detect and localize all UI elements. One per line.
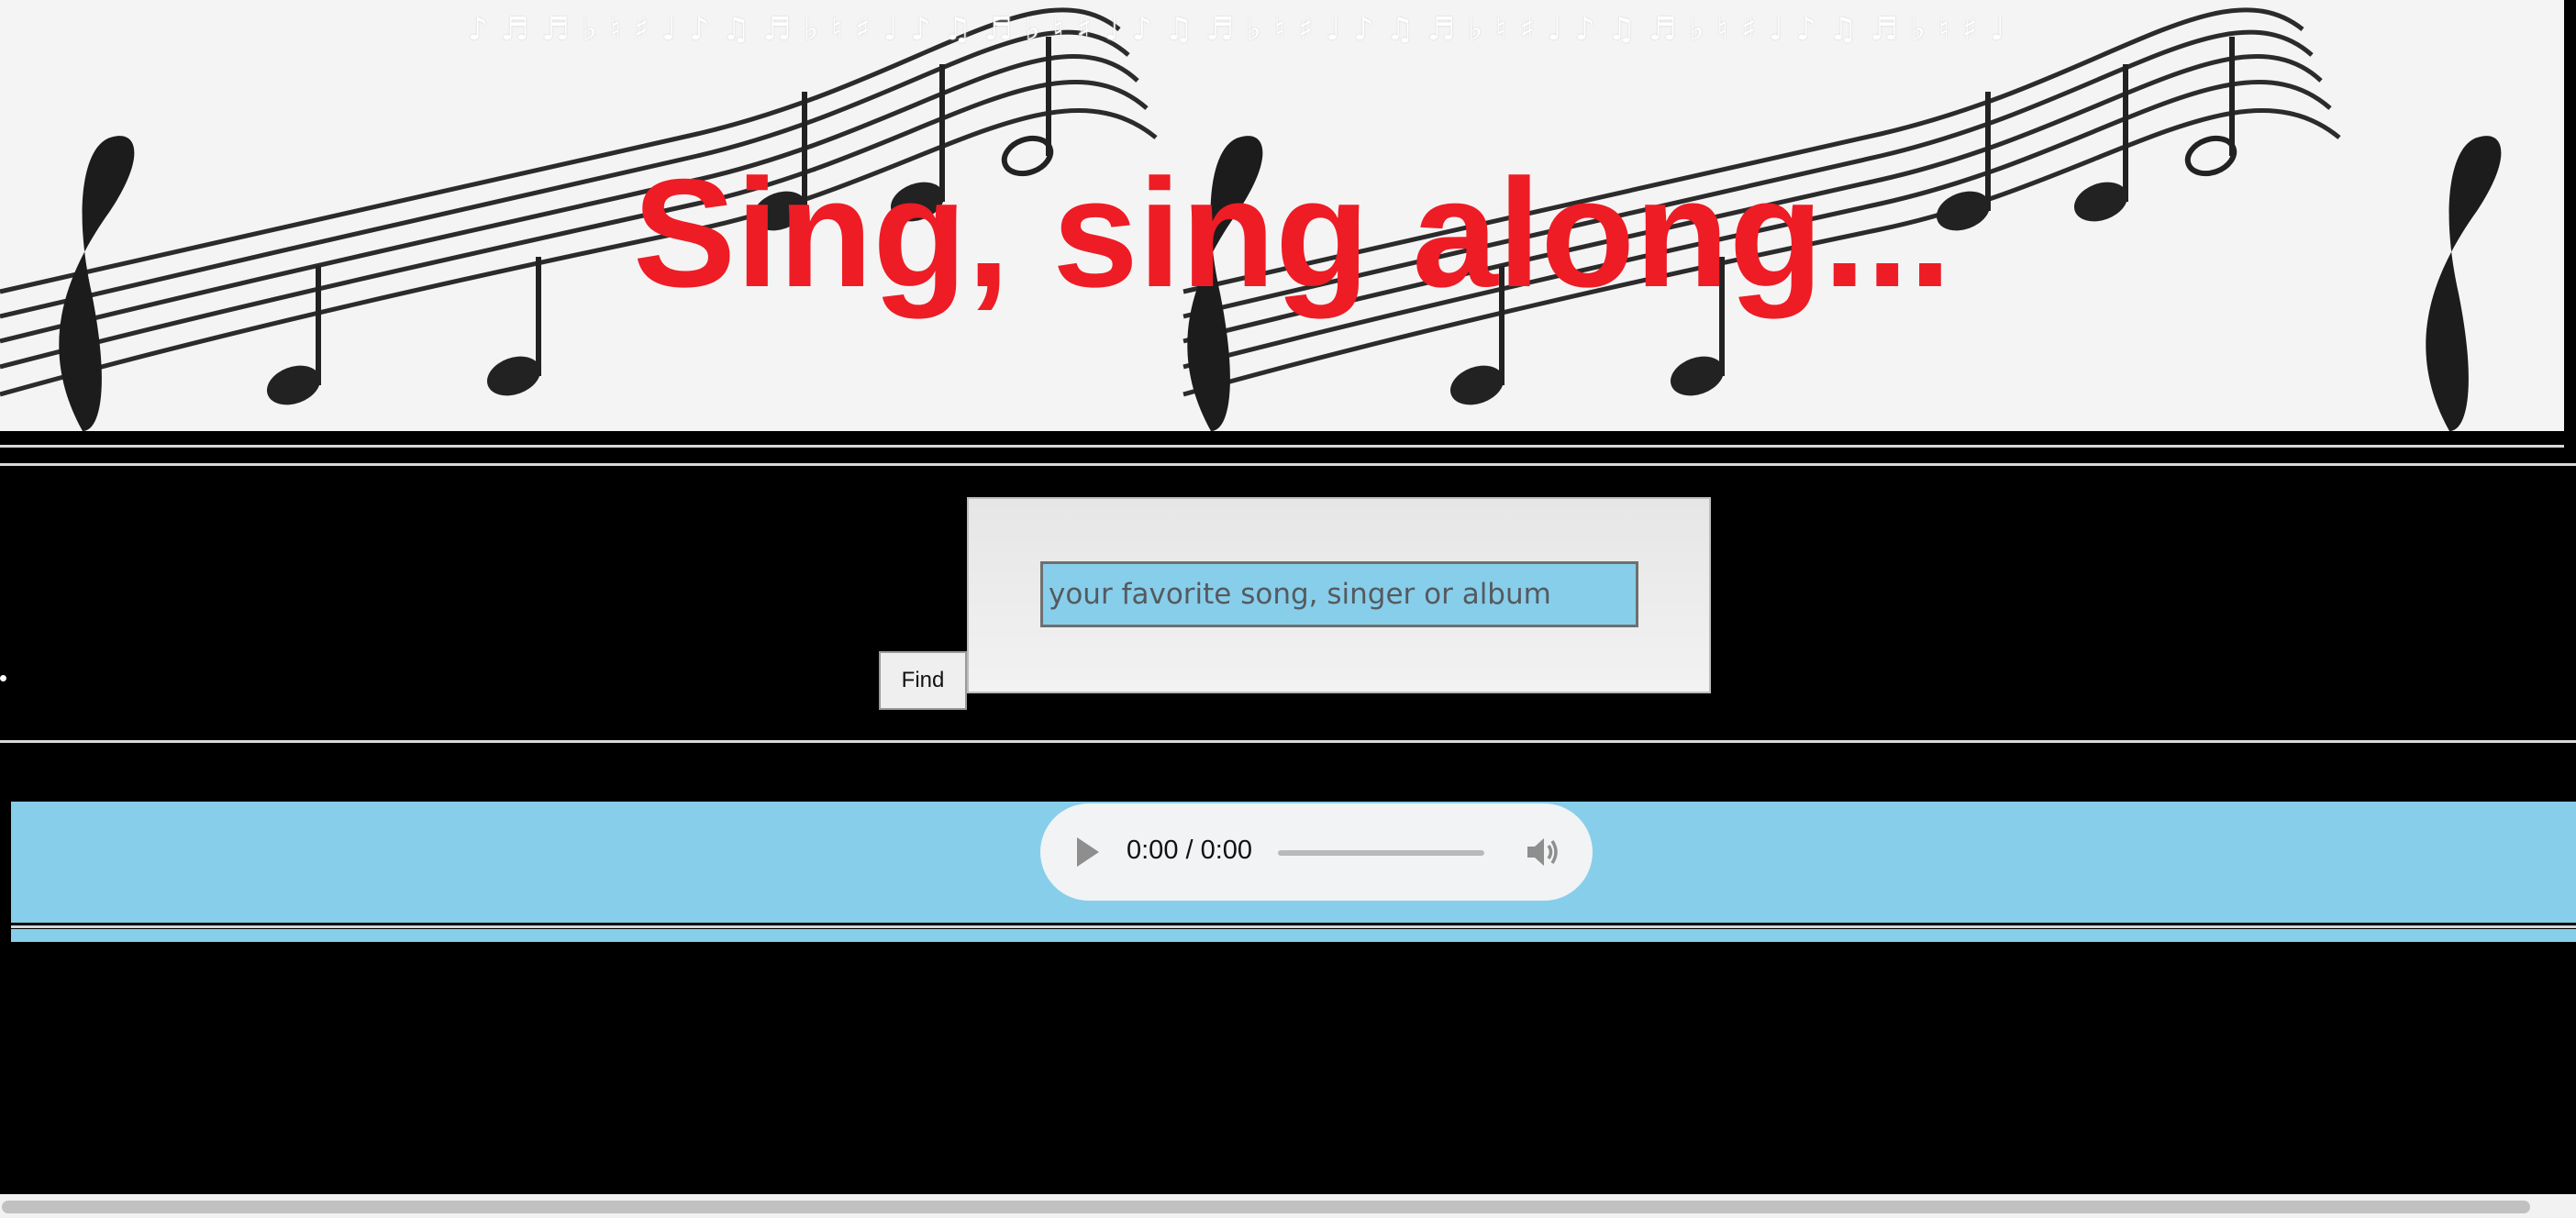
divider xyxy=(0,463,2576,466)
volume-icon[interactable] xyxy=(1524,834,1560,870)
horizontal-scrollbar[interactable] xyxy=(2,1201,2530,1213)
page-title: Sing, sing along... xyxy=(633,147,1952,319)
divider xyxy=(0,445,2564,448)
find-button[interactable]: Find xyxy=(879,651,967,710)
audio-player: 0:00 / 0:00 xyxy=(1040,803,1593,901)
list-bullet xyxy=(0,675,6,681)
music-note-strip: ♪♬♬♭♮♯♩♪♫♬♭♮♯♩♪♫♬♭♮♯♩♪♫♬♭♮♯♩♪♫♬♭♮♯♩♪♫♬♭♮… xyxy=(468,11,2018,48)
header-banner: ♪♬♬♭♮♯♩♪♫♬♭♮♯♩♪♫♬♭♮♯♩♪♫♬♭♮♯♩♪♫♬♭♮♯♩♪♫♬♭♮… xyxy=(0,0,2564,431)
divider xyxy=(11,925,2576,928)
time-display: 0:00 / 0:00 xyxy=(1127,836,1253,865)
player-band-bottom xyxy=(11,929,2576,942)
seek-bar[interactable] xyxy=(1278,850,1484,856)
play-icon[interactable] xyxy=(1077,837,1099,867)
search-panel xyxy=(967,497,1711,693)
search-input[interactable] xyxy=(1040,561,1638,627)
divider xyxy=(0,740,2576,743)
